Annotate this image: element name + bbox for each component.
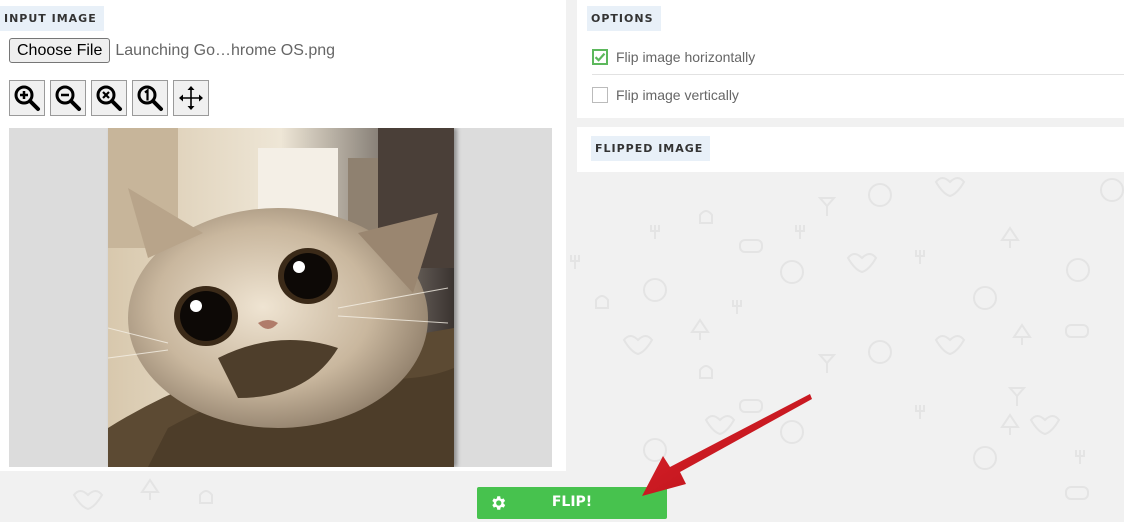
image-preview-canvas[interactable] xyxy=(9,128,552,467)
zoom-out-icon xyxy=(55,85,81,111)
zoom-in-icon xyxy=(14,85,40,111)
options-panel: OPTIONS Flip image horizontally Flip ima… xyxy=(577,0,1124,118)
options-divider xyxy=(592,74,1124,75)
zoom-actual-size-icon xyxy=(137,85,163,111)
option-flip-horizontal[interactable]: Flip image horizontally xyxy=(592,38,1124,75)
annotation-arrow xyxy=(642,394,812,496)
move-button[interactable] xyxy=(173,80,209,116)
flip-vertical-checkbox[interactable] xyxy=(592,86,608,103)
input-image-label: INPUT IMAGE xyxy=(0,6,104,31)
option-flip-vertical[interactable]: Flip image vertically xyxy=(592,76,1124,113)
checkmark-icon xyxy=(594,52,606,62)
file-picker: Choose File Launching Go…hrome OS.png xyxy=(9,38,335,63)
zoom-toolbar xyxy=(9,80,209,116)
zoom-in-button[interactable] xyxy=(9,80,45,116)
flipped-image-label: FLIPPED IMAGE xyxy=(591,136,711,161)
zoom-out-button[interactable] xyxy=(50,80,86,116)
move-icon xyxy=(179,86,203,110)
zoom-reset-button[interactable] xyxy=(91,80,127,116)
flipped-image-panel: FLIPPED IMAGE xyxy=(577,127,1124,172)
flip-horizontal-checkbox[interactable] xyxy=(592,48,608,65)
options-label: OPTIONS xyxy=(587,6,661,31)
zoom-actual-size-button[interactable] xyxy=(132,80,168,116)
choose-file-button[interactable]: Choose File xyxy=(9,38,111,63)
zoom-reset-icon xyxy=(96,85,122,111)
flip-vertical-label: Flip image vertically xyxy=(616,86,739,103)
selected-file-name: Launching Go…hrome OS.png xyxy=(115,41,336,59)
flip-horizontal-label: Flip image horizontally xyxy=(616,48,756,65)
input-image-panel: INPUT IMAGE Choose File Launching Go…hro… xyxy=(0,0,566,471)
uploaded-image xyxy=(108,128,454,467)
